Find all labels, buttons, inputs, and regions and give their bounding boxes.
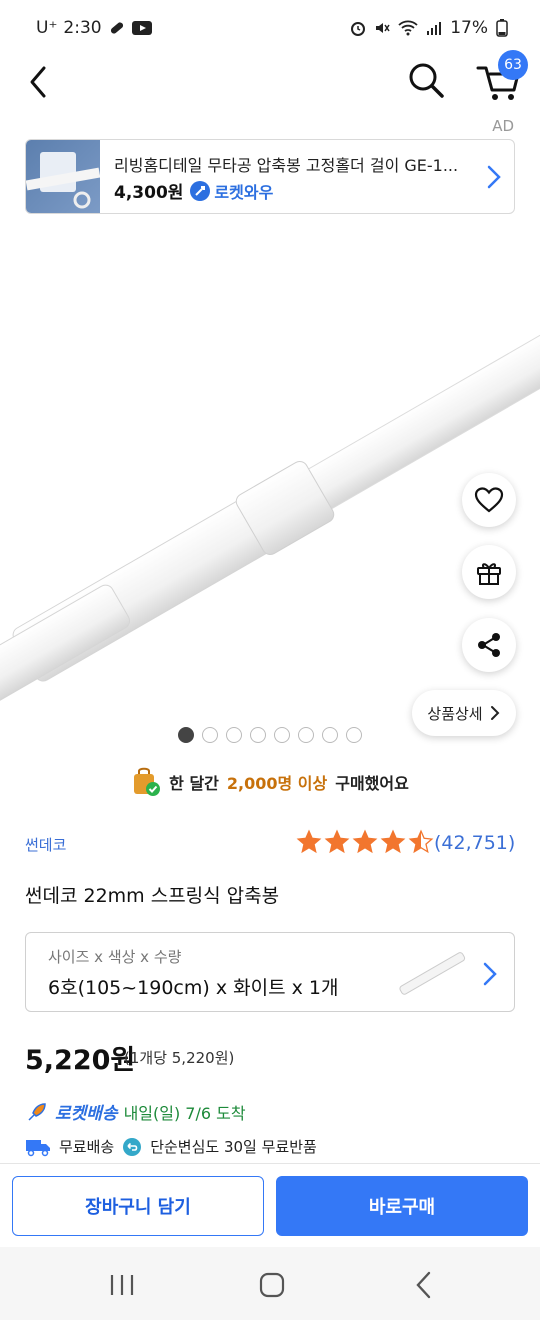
star-icon (408, 829, 434, 854)
product-title: 썬데코 22mm 스프링식 압축봉 (25, 885, 280, 907)
ad-banner[interactable]: 리빙홈디테일 무타공 압축봉 고정홀더 걸이 GE-1... 4,300원 로켓… (25, 139, 515, 214)
add-to-cart-button[interactable]: 장바구니 담기 (12, 1176, 264, 1236)
back-icon[interactable] (20, 60, 60, 104)
shipping-info-row: 무료배송 단순변심도 30일 무료반품 (25, 1136, 317, 1157)
chevron-right-icon (490, 706, 500, 720)
star-icon (324, 829, 350, 854)
star-icon (352, 829, 378, 854)
rocket-icon (190, 180, 211, 201)
star-icon (296, 829, 322, 854)
action-bar: 장바구니 담기 바로구매 (0, 1163, 540, 1247)
home-icon[interactable] (252, 1265, 292, 1305)
carousel-dot[interactable] (178, 727, 194, 743)
carousel-indicator (178, 727, 362, 743)
share-button[interactable] (462, 618, 516, 672)
purchase-count-banner: 한 달간 2,000명 이상 구매했어요 (0, 762, 540, 802)
product-image[interactable] (0, 232, 540, 732)
option-label: 사이즈 x 색상 x 수량 (48, 948, 182, 966)
free-shipping-label: 무료배송 (59, 1138, 115, 1156)
carousel-dot[interactable] (226, 727, 242, 743)
battery-percent: 17% (450, 18, 488, 38)
ad-price: 4,300원 (114, 183, 184, 203)
recent-apps-icon[interactable] (102, 1265, 142, 1305)
mute-icon (376, 23, 390, 33)
carousel-dot[interactable] (250, 727, 266, 743)
alarm-icon (351, 22, 366, 36)
heart-icon (474, 487, 504, 513)
signal-icon (427, 22, 442, 35)
return-policy-label: 단순변심도 30일 무료반품 (150, 1138, 317, 1156)
buy-now-button[interactable]: 바로구매 (276, 1176, 528, 1236)
option-value: 6호(105~190cm) x 화이트 x 1개 (48, 977, 339, 999)
rocket-delivery-row: 로켓배송 내일(일) 7/6 도착 (25, 1099, 246, 1124)
rocket-icon (28, 1102, 46, 1121)
delivery-eta: 내일(일) 7/6 도착 (123, 1103, 246, 1123)
wishlist-button[interactable] (462, 473, 516, 527)
product-detail-button[interactable]: 상품상세 (412, 690, 516, 736)
carousel-dot[interactable] (274, 727, 290, 743)
star-icon (380, 829, 406, 854)
rocket-delivery-label: 로켓배송 (55, 1104, 118, 1124)
system-nav-bar (0, 1247, 540, 1320)
rocket-wow-label: 로켓와우 (214, 182, 274, 202)
youtube-icon (131, 21, 152, 35)
search-icon[interactable] (404, 58, 448, 102)
option-selector[interactable]: 사이즈 x 색상 x 수량 6호(105~190cm) x 화이트 x 1개 (25, 932, 515, 1012)
link-icon (110, 22, 123, 34)
gift-icon (477, 563, 501, 585)
purchase-highlight: 2,000명 이상 (226, 774, 328, 793)
status-bar: U⁺ 2:30 17% (0, 0, 540, 56)
price: 5,220원 (25, 1045, 136, 1076)
purchase-prefix: 한 달간 (169, 774, 219, 793)
truck-icon (26, 1139, 50, 1156)
gift-button[interactable] (462, 545, 516, 599)
unit-price: (1개당 5,220원) (124, 1049, 235, 1067)
brand-link[interactable]: 썬데코 (25, 834, 66, 855)
wifi-icon (398, 20, 418, 36)
rating-stars (296, 829, 434, 855)
chevron-right-icon (483, 962, 497, 986)
rocket-wow-badge: 로켓와우 (189, 179, 273, 203)
ad-thumbnail (26, 140, 101, 213)
chevron-right-icon (487, 165, 501, 189)
return-icon (123, 1137, 142, 1156)
carousel-dot[interactable] (322, 727, 338, 743)
clock: 2:30 (63, 18, 102, 38)
purchase-suffix: 구매했어요 (335, 774, 409, 793)
carousel-dot[interactable] (202, 727, 218, 743)
share-icon (478, 633, 500, 657)
cart-count-badge: 63 (498, 50, 528, 80)
ad-title: 리빙홈디테일 무타공 압축봉 고정홀더 걸이 GE-1... (114, 156, 459, 175)
ad-label: AD (492, 117, 514, 135)
carrier-label: U⁺ (36, 18, 58, 38)
ad-price-row: 4,300원 로켓와우 (114, 178, 273, 203)
option-thumbnail (399, 952, 466, 995)
shopping-bag-icon (134, 767, 161, 796)
review-count[interactable]: (42,751) (434, 832, 515, 854)
battery-icon (496, 19, 508, 37)
product-detail-label: 상품상세 (427, 704, 483, 723)
carousel-dot[interactable] (346, 727, 362, 743)
carousel-dot[interactable] (298, 727, 314, 743)
back-nav-icon[interactable] (404, 1265, 444, 1305)
